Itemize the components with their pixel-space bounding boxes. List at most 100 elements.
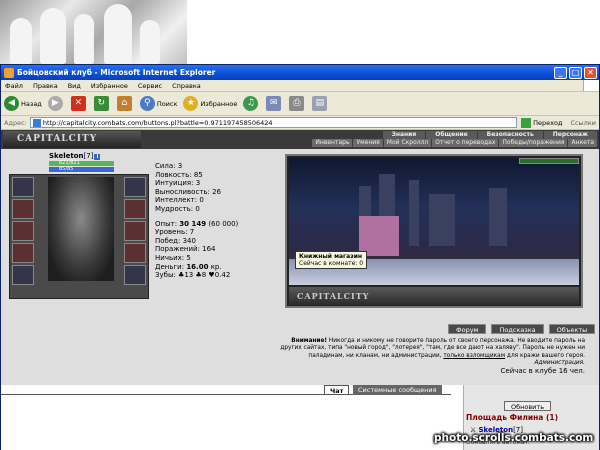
mana-bar: 85/85 xyxy=(49,167,114,172)
edit-icon: ▤ xyxy=(312,96,328,111)
search-button[interactable]: ⚲ Поиск xyxy=(139,96,177,111)
online-count: Сейчас в клубе 16 чел. xyxy=(500,366,585,375)
capitalcity-logo[interactable]: CAPITALCITY xyxy=(3,131,141,148)
nav-character[interactable]: Персонаж xyxy=(543,131,597,139)
menu-bar: Файл Правка Вид Избранное Сервис Справка xyxy=(1,80,599,92)
scene-gauge xyxy=(519,158,579,164)
nav-sub: Инвентарь Умения Мой Скроллл Отчет о пер… xyxy=(311,139,597,147)
stat-intuition: Интуиция: 3 xyxy=(155,179,201,188)
equipment-grid xyxy=(9,174,149,299)
nav-knowledge[interactable]: Знания xyxy=(382,131,426,139)
tab-chat[interactable]: Чат xyxy=(324,385,350,395)
hint-button[interactable]: Подсказка xyxy=(491,324,544,334)
media-icon: ♫ xyxy=(243,96,259,111)
info-icon[interactable]: i xyxy=(94,154,101,160)
stat-experience: Опыт: 30 149 (60 000) xyxy=(155,219,239,228)
refresh-button[interactable]: ↻ xyxy=(93,96,111,111)
windows-logo-icon xyxy=(583,80,599,91)
refresh-icon: ↻ xyxy=(93,96,109,111)
mail-icon: ✉ xyxy=(266,96,282,111)
nav-skills[interactable]: Умения xyxy=(353,139,383,147)
stat-intellect: Интеллект: 0 xyxy=(155,196,204,205)
menu-favorites[interactable]: Избранное xyxy=(91,82,128,90)
page-icon xyxy=(32,118,41,127)
slot-earrings[interactable] xyxy=(124,177,146,197)
stat-agility: Ловкость: 85 xyxy=(155,170,203,179)
back-button[interactable]: ◀ Назад xyxy=(4,96,42,111)
stop-icon: ✕ xyxy=(70,96,86,111)
forward-button[interactable]: ▶ xyxy=(47,96,65,111)
mail-button[interactable]: ✉ xyxy=(266,96,283,111)
nav-communication[interactable]: Общение xyxy=(426,131,477,139)
edit-button[interactable]: ▤ xyxy=(312,96,329,111)
go-button[interactable]: Переход xyxy=(521,117,562,128)
character-name: Skeleton[7] i xyxy=(49,152,101,160)
room-name: Площадь Филина (1) xyxy=(466,413,559,422)
menu-file[interactable]: Файл xyxy=(5,82,23,90)
slot-weapon[interactable] xyxy=(12,199,34,219)
home-button[interactable]: ⌂ xyxy=(116,96,134,111)
stop-button[interactable]: ✕ xyxy=(70,96,88,111)
security-warning: Внимание! Никогда и никому не говорите п… xyxy=(280,338,585,375)
stat-teeth: Зубы: ♣13 ♣8 ♥0.42 xyxy=(155,271,231,280)
nav-inventory[interactable]: Инвентарь xyxy=(312,139,353,147)
go-arrow-icon xyxy=(521,117,532,128)
print-button[interactable]: ⎙ xyxy=(289,96,306,111)
links-button[interactable]: Ссылки xyxy=(570,119,596,127)
nav-profile[interactable]: Анкета xyxy=(568,139,597,147)
title-bar: Бойцовский клуб - Microsoft Internet Exp… xyxy=(1,65,599,80)
nav-my-scroll[interactable]: Мой Скроллл xyxy=(383,139,432,147)
nav-wins-losses[interactable]: Победы/поражения xyxy=(499,139,568,147)
media-button[interactable]: ♫ xyxy=(243,96,260,111)
character-stats: Сила: 3 Ловкость: 85 Интуиция: 3 Выносли… xyxy=(155,162,255,280)
chat-tabs: Чат Системные сообщения xyxy=(1,385,451,395)
menu-edit[interactable]: Правка xyxy=(33,82,58,90)
forum-button[interactable]: Форум xyxy=(448,324,487,334)
menu-tools[interactable]: Сервис xyxy=(138,82,162,90)
bookshop-building[interactable] xyxy=(359,216,399,256)
objects-button[interactable]: Объекты xyxy=(548,324,596,334)
address-label: Адрес: xyxy=(4,118,27,127)
favorites-button[interactable]: ★ Избранное xyxy=(183,96,237,111)
maximize-button[interactable]: □ xyxy=(569,66,582,79)
nav-transfers[interactable]: Отчет о переводах xyxy=(432,139,499,147)
menu-view[interactable]: Вид xyxy=(68,82,81,90)
close-button[interactable]: ✕ xyxy=(584,66,597,79)
slot-gloves[interactable] xyxy=(124,221,146,241)
stat-endurance: Выносливость: 26 xyxy=(155,187,222,196)
minimize-button[interactable]: _ xyxy=(554,66,567,79)
slot-belt[interactable] xyxy=(12,243,34,263)
location-tooltip: Книжный магазин Сейчас в комнате: 0 xyxy=(295,251,368,269)
stat-level: Уровень: 7 xyxy=(155,228,195,237)
city-map-image[interactable]: Книжный магазин Сейчас в комнате: 0 xyxy=(289,158,579,285)
tab-system-messages[interactable]: Системные сообщения xyxy=(353,385,442,395)
ie-icon xyxy=(4,67,14,78)
wallpaper-fragment xyxy=(0,0,187,64)
menu-help[interactable]: Справка xyxy=(172,82,201,90)
address-url: http://capitalcity.combats.com/buttons.p… xyxy=(42,118,273,127)
slot-armor[interactable] xyxy=(12,221,34,241)
print-icon: ⎙ xyxy=(289,96,305,111)
scene-logo: CAPITALCITY xyxy=(289,287,579,305)
star-icon: ★ xyxy=(183,96,199,111)
slot-boots[interactable] xyxy=(124,265,146,285)
address-input[interactable]: http://capitalcity.combats.com/buttons.p… xyxy=(29,117,518,128)
search-icon: ⚲ xyxy=(139,96,155,111)
action-buttons: Форум Подсказка Объекты xyxy=(448,324,599,334)
back-arrow-icon: ◀ xyxy=(4,96,19,111)
slot-helmet[interactable] xyxy=(12,177,34,197)
nav-security[interactable]: Безопасность xyxy=(477,131,543,139)
top-navigation: CAPITALCITY Знания Общение Безопасность … xyxy=(1,130,599,149)
window-title: Бойцовский клуб - Microsoft Internet Exp… xyxy=(17,68,216,77)
hackers-link[interactable]: только взломщикам xyxy=(443,353,505,359)
character-avatar xyxy=(48,177,114,281)
slot-necklace[interactable] xyxy=(124,199,146,219)
forward-arrow-icon: ▶ xyxy=(47,96,63,111)
refresh-users-button[interactable]: Обновить xyxy=(504,401,552,411)
desktop-background xyxy=(0,0,600,64)
character-panel: Skeleton[7] i 821/821 85/85 xyxy=(9,150,149,300)
slot-ring-left[interactable] xyxy=(12,265,34,285)
toolbar: ◀ Назад ▶ ✕ ↻ ⌂ ⚲ Поиск ★ Избранное ♫ ✉ ⎙ ▤ xyxy=(1,92,599,116)
slot-shield[interactable] xyxy=(124,243,146,263)
stat-draws: Ничьих: 5 xyxy=(155,253,191,262)
